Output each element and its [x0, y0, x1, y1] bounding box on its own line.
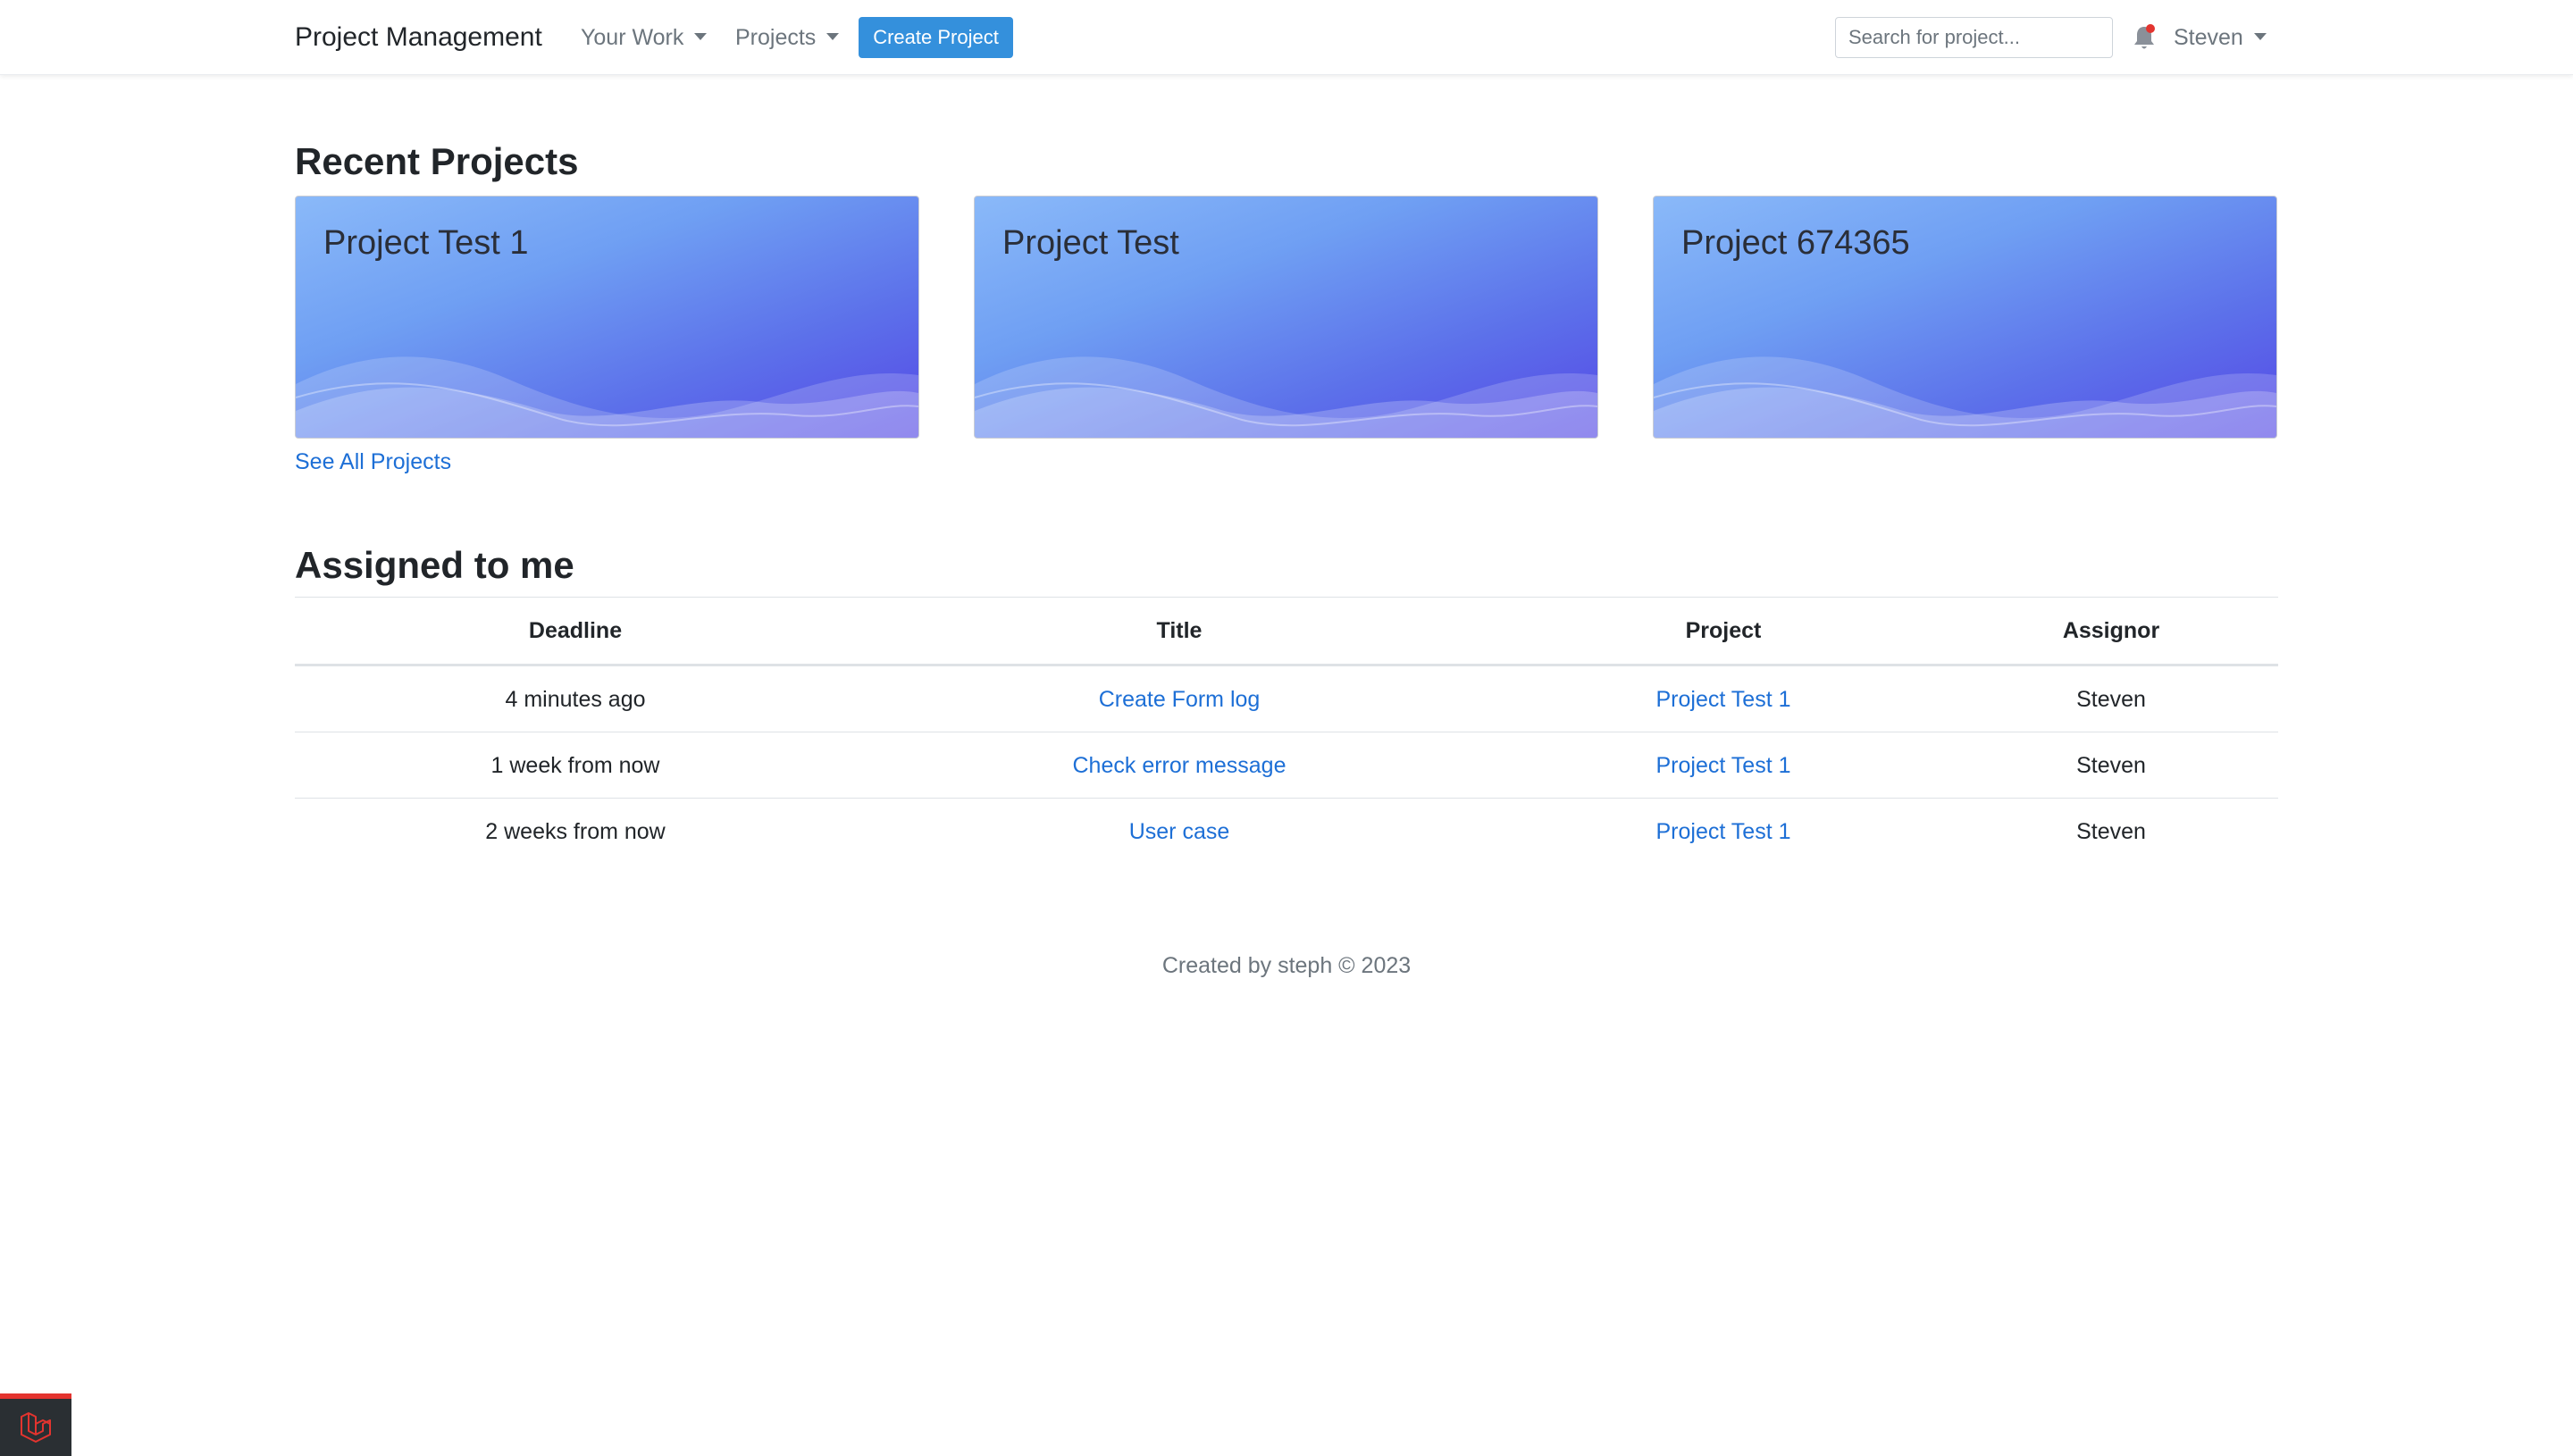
footer-credit: Created by steph © 2023	[1161, 953, 1412, 978]
project-card[interactable]: Project 674365	[1653, 196, 2277, 439]
project-card[interactable]: Project Test 1	[295, 196, 919, 439]
card-wave-decoration	[296, 356, 918, 438]
cell-deadline: 1 week from now	[490, 753, 660, 778]
laravel-logo-icon	[21, 1412, 51, 1443]
see-all-projects-link[interactable]: See All Projects	[295, 447, 451, 477]
your-work-dropdown[interactable]: Your Work	[581, 20, 708, 55]
top-navbar: Project Management Your Work Projects Cr…	[0, 0, 2573, 75]
caret-down-icon	[2253, 33, 2267, 40]
cell-deadline: 2 weeks from now	[485, 819, 666, 844]
project-card-title: Project Test	[1002, 224, 1179, 262]
project-card-title: Project Test 1	[323, 224, 529, 262]
cell-assignor: Steven	[2076, 687, 2146, 712]
project-card-title: Project 674365	[1681, 224, 1910, 262]
card-wave-decoration	[975, 356, 1597, 438]
caret-down-icon	[694, 33, 708, 40]
recent-projects-heading: Recent Projects	[295, 140, 579, 182]
notification-dot	[2146, 24, 2155, 33]
project-link[interactable]: Project Test 1	[1655, 750, 1790, 781]
assigned-heading: Assigned to me	[295, 544, 574, 586]
user-name: Steven	[2174, 25, 2243, 50]
table-top-border	[295, 597, 2278, 598]
task-title-link[interactable]: Check error message	[1073, 750, 1286, 781]
row-divider	[295, 798, 2278, 799]
cell-assignor: Steven	[2076, 753, 2146, 778]
your-work-label: Your Work	[581, 25, 684, 50]
card-wave-decoration	[1654, 356, 2276, 438]
project-link[interactable]: Project Test 1	[1655, 816, 1790, 847]
brand-link[interactable]: Project Management	[295, 20, 542, 55]
projects-dropdown[interactable]: Projects	[735, 20, 840, 55]
column-header-project: Project	[1685, 618, 1762, 643]
column-header-title: Title	[1156, 618, 1203, 643]
project-link[interactable]: Project Test 1	[1655, 684, 1790, 715]
search-input[interactable]	[1835, 17, 2113, 58]
column-header-assignor: Assignor	[2062, 618, 2160, 643]
column-header-deadline: Deadline	[528, 618, 623, 643]
cell-assignor: Steven	[2076, 819, 2146, 844]
cell-deadline: 4 minutes ago	[505, 687, 646, 712]
projects-label: Projects	[735, 25, 817, 50]
caret-down-icon	[826, 33, 840, 40]
project-card[interactable]: Project Test	[974, 196, 1598, 439]
create-project-button[interactable]: Create Project	[859, 17, 1013, 58]
table-header-border	[295, 664, 2278, 666]
task-title-link[interactable]: Create Form log	[1099, 684, 1261, 715]
bell-icon[interactable]	[2131, 23, 2158, 52]
user-dropdown[interactable]: Steven	[2174, 20, 2267, 55]
laravel-debug-badge[interactable]	[0, 1393, 71, 1456]
task-title-link[interactable]: User case	[1129, 816, 1230, 847]
